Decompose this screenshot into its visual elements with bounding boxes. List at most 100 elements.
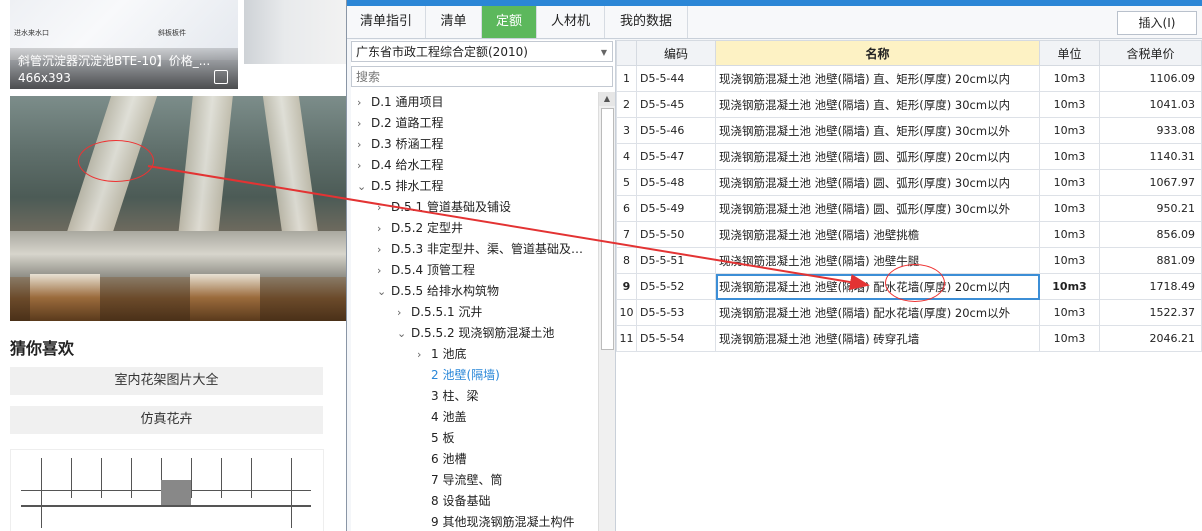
tab-list[interactable]: 清单 xyxy=(426,6,482,38)
tree-node[interactable]: › D.1 通用项目 xyxy=(357,92,444,112)
table-row[interactable]: 11 D5-5-54 现浇钢筋混凝土池 池壁(隔墙) 砖穿孔墙 10m3 2046.21 xyxy=(616,325,1202,352)
quota-unit[interactable]: 10m3 xyxy=(1039,169,1100,196)
tree-node[interactable]: › D.5.5.1 沉井 xyxy=(397,302,482,322)
tree-scrollbar[interactable]: ▲ xyxy=(598,92,615,531)
chevron-right-icon[interactable]: › xyxy=(357,93,371,113)
chevron-down-icon[interactable]: ⌄ xyxy=(377,282,391,302)
tree-search-input[interactable] xyxy=(351,66,613,87)
quota-code[interactable]: D5-5-44 xyxy=(636,65,716,92)
row-index[interactable]: 5 xyxy=(616,169,637,196)
insert-button[interactable]: 插入(I) xyxy=(1117,11,1197,35)
tab-quota[interactable]: 定额 xyxy=(482,6,537,38)
tab-list-guide[interactable]: 清单指引 xyxy=(347,6,426,38)
tree-node[interactable]: ⌄ D.5.5 给排水构筑物 xyxy=(377,281,499,301)
scrollbar-thumb[interactable] xyxy=(601,108,614,350)
row-index[interactable]: 3 xyxy=(616,117,637,144)
row-index[interactable]: 9 xyxy=(616,273,637,300)
tree-node[interactable]: › D.3 桥涵工程 xyxy=(357,134,444,154)
quota-price[interactable]: 856.09 xyxy=(1099,221,1202,248)
tree-node[interactable]: 7 导流壁、筒 xyxy=(417,470,502,490)
tab-labor-material-machine[interactable]: 人材机 xyxy=(537,6,605,38)
row-index[interactable]: 7 xyxy=(616,221,637,248)
tree-node[interactable]: 8 设备基础 xyxy=(417,491,490,511)
quota-name[interactable]: 现浇钢筋混凝土池 池壁(隔墙) 池壁牛腿 xyxy=(715,247,1040,274)
quota-code[interactable]: D5-5-54 xyxy=(636,325,716,352)
row-index[interactable]: 6 xyxy=(616,195,637,222)
quota-unit[interactable]: 10m3 xyxy=(1039,117,1100,144)
tree-node[interactable]: 5 板 xyxy=(417,428,454,448)
tree-node[interactable]: 9 其他现浇钢筋混凝土构件 xyxy=(417,512,574,531)
row-index[interactable]: 11 xyxy=(616,325,637,352)
quota-price[interactable]: 1067.97 xyxy=(1099,169,1202,196)
suggestion-button[interactable]: 仿真花卉 xyxy=(10,406,323,434)
tree-node[interactable]: 3 柱、梁 xyxy=(417,386,478,406)
quota-unit[interactable]: 10m3 xyxy=(1039,221,1100,248)
chevron-right-icon[interactable]: › xyxy=(397,303,411,323)
col-header-index[interactable] xyxy=(616,40,637,66)
row-index[interactable]: 2 xyxy=(616,91,637,118)
quota-price[interactable]: 881.09 xyxy=(1099,247,1202,274)
library-select[interactable]: 广东省市政工程综合定额(2010) ▼ xyxy=(351,41,613,62)
tree-node[interactable]: › D.5.1 管道基础及铺设 xyxy=(377,197,511,217)
quota-name[interactable]: 现浇钢筋混凝土池 池壁(隔墙) 池壁挑檐 xyxy=(715,221,1040,248)
quota-code[interactable]: D5-5-45 xyxy=(636,91,716,118)
view-image-icon[interactable] xyxy=(214,70,228,84)
quota-code[interactable]: D5-5-48 xyxy=(636,169,716,196)
chevron-right-icon[interactable]: › xyxy=(377,261,391,281)
quota-price[interactable]: 1522.37 xyxy=(1099,299,1202,326)
tree-node[interactable]: › D.4 给水工程 xyxy=(357,155,444,175)
suggestion-button[interactable]: 室内花架图片大全 xyxy=(10,367,323,395)
quota-name[interactable]: 现浇钢筋混凝土池 池壁(隔墙) 圆、弧形(厚度) 20cm以内 xyxy=(715,143,1040,170)
quota-code[interactable]: D5-5-49 xyxy=(636,195,716,222)
tree-node[interactable]: › D.5.3 非定型井、渠、管道基础及… xyxy=(377,239,583,259)
tank-drawing-image[interactable] xyxy=(10,449,324,531)
col-header-price[interactable]: 含税单价 xyxy=(1099,40,1202,66)
col-header-unit[interactable]: 单位 xyxy=(1039,40,1100,66)
tree-node[interactable]: › D.5.4 顶管工程 xyxy=(377,260,475,280)
quota-unit[interactable]: 10m3 xyxy=(1039,65,1100,92)
col-header-code[interactable]: 编码 xyxy=(636,40,716,66)
quota-price[interactable]: 1106.09 xyxy=(1099,65,1202,92)
tree-node[interactable]: › D.2 道路工程 xyxy=(357,113,444,133)
quota-code[interactable]: D5-5-52 xyxy=(636,273,716,300)
quota-name[interactable]: 现浇钢筋混凝土池 池壁(隔墙) 配水花墙(厚度) 20cm以内 xyxy=(715,273,1040,300)
chevron-right-icon[interactable]: › xyxy=(417,345,431,365)
quota-price[interactable]: 1140.31 xyxy=(1099,143,1202,170)
table-row[interactable]: 4 D5-5-47 现浇钢筋混凝土池 池壁(隔墙) 圆、弧形(厚度) 20cm以内 1… xyxy=(616,143,1202,170)
quota-name[interactable]: 现浇钢筋混凝土池 池壁(隔墙) 配水花墙(厚度) 20cm以外 xyxy=(715,299,1040,326)
tree-node[interactable]: › 1 池底 xyxy=(417,344,466,364)
tab-my-data[interactable]: 我的数据 xyxy=(605,6,688,38)
sedimentation-tank-photo[interactable] xyxy=(10,96,346,321)
table-row[interactable]: 3 D5-5-46 现浇钢筋混凝土池 池壁(隔墙) 直、矩形(厚度) 30cm以外 1… xyxy=(616,117,1202,144)
quota-name[interactable]: 现浇钢筋混凝土池 池壁(隔墙) 圆、弧形(厚度) 30cm以外 xyxy=(715,195,1040,222)
quota-name[interactable]: 现浇钢筋混凝土池 池壁(隔墙) 直、矩形(厚度) 30cm以内 xyxy=(715,91,1040,118)
tree-node[interactable]: ⌄ D.5 排水工程 xyxy=(357,176,444,196)
table-row[interactable]: 2 D5-5-45 现浇钢筋混凝土池 池壁(隔墙) 直、矩形(厚度) 30cm以内 1… xyxy=(616,91,1202,118)
chevron-right-icon[interactable]: › xyxy=(377,240,391,260)
quota-unit[interactable]: 10m3 xyxy=(1039,195,1100,222)
chevron-right-icon[interactable]: › xyxy=(377,219,391,239)
chevron-down-icon[interactable]: ▼ xyxy=(601,42,607,63)
scroll-up-icon[interactable]: ▲ xyxy=(599,92,615,106)
table-row[interactable]: 10 D5-5-53 现浇钢筋混凝土池 池壁(隔墙) 配水花墙(厚度) 20cm以外… xyxy=(616,299,1202,326)
quota-name[interactable]: 现浇钢筋混凝土池 池壁(隔墙) 直、矩形(厚度) 30cm以外 xyxy=(715,117,1040,144)
tree-node[interactable]: ⌄ D.5.5.2 现浇钢筋混凝土池 xyxy=(397,323,554,343)
quota-price[interactable]: 2046.21 xyxy=(1099,325,1202,352)
row-index[interactable]: 8 xyxy=(616,247,637,274)
tree-node[interactable]: 4 池盖 xyxy=(417,407,466,427)
quota-price[interactable]: 950.21 xyxy=(1099,195,1202,222)
image-caption[interactable]: 斜管沉淀器沉淀池BTE-10】价格_... xyxy=(18,52,210,69)
table-row[interactable]: 6 D5-5-49 现浇钢筋混凝土池 池壁(隔墙) 圆、弧形(厚度) 30cm以外 1… xyxy=(616,195,1202,222)
quota-unit[interactable]: 10m3 xyxy=(1039,143,1100,170)
row-index[interactable]: 4 xyxy=(616,143,637,170)
row-index[interactable]: 10 xyxy=(616,299,637,326)
table-row[interactable]: 1 D5-5-44 现浇钢筋混凝土池 池壁(隔墙) 直、矩形(厚度) 20cm以内 1… xyxy=(616,65,1202,92)
quota-name[interactable]: 现浇钢筋混凝土池 池壁(隔墙) 直、矩形(厚度) 20cm以内 xyxy=(715,65,1040,92)
chevron-right-icon[interactable]: › xyxy=(377,198,391,218)
chevron-right-icon[interactable]: › xyxy=(357,135,371,155)
chevron-down-icon[interactable]: ⌄ xyxy=(397,324,411,344)
quota-code[interactable]: D5-5-53 xyxy=(636,299,716,326)
partial-image-result[interactable] xyxy=(244,0,346,64)
table-row[interactable]: 7 D5-5-50 现浇钢筋混凝土池 池壁(隔墙) 池壁挑檐 10m3 856.09 xyxy=(616,221,1202,248)
quota-unit[interactable]: 10m3 xyxy=(1039,91,1100,118)
